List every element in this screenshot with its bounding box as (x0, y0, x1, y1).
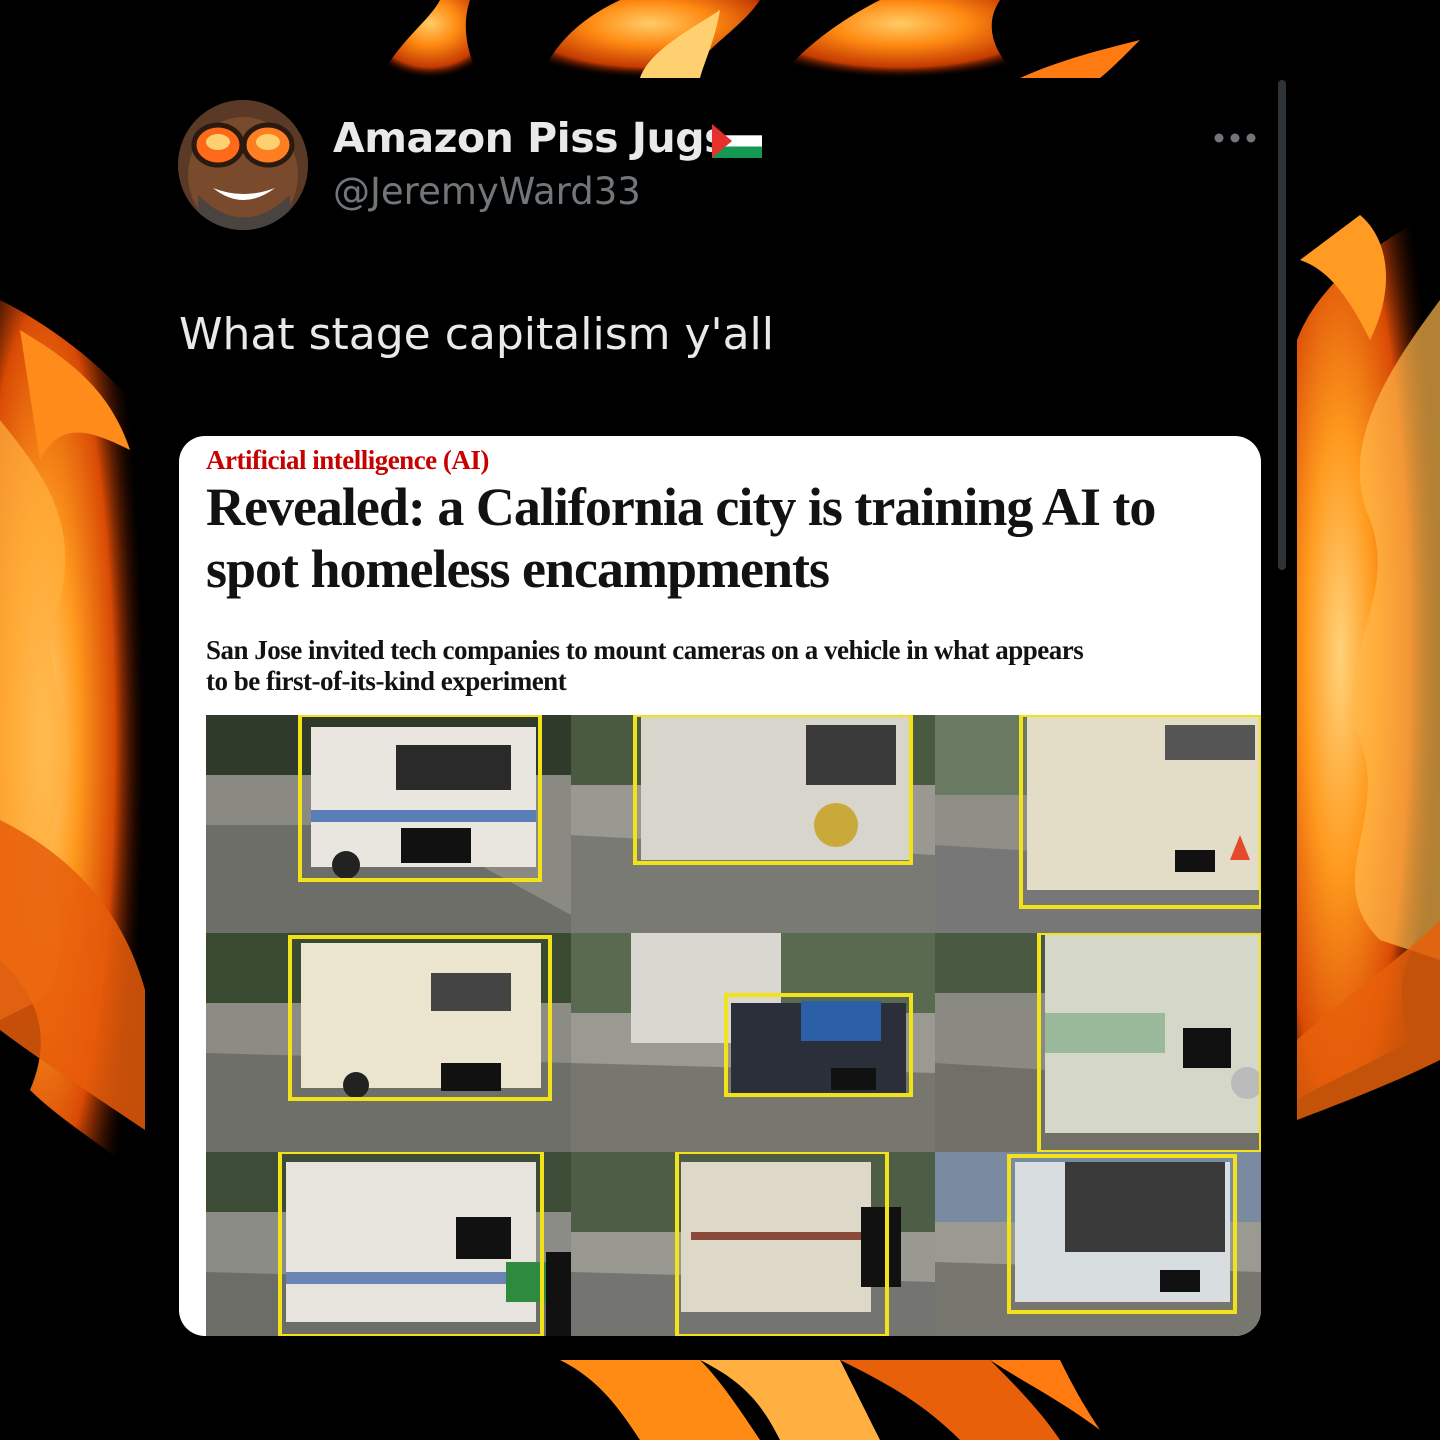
tweet-text: What stage capitalism y'all (179, 309, 775, 360)
rv-photo (571, 715, 935, 933)
palestine-flag-icon (712, 124, 762, 158)
rv-photo (935, 1152, 1261, 1336)
rv-photo (206, 715, 571, 933)
display-name[interactable]: Amazon Piss Jugs (333, 114, 729, 162)
rv-photo (206, 933, 571, 1152)
scrollbar[interactable] (1278, 80, 1286, 570)
rv-photo (571, 1152, 935, 1336)
attached-image[interactable]: Artificial intelligence (AI) Revealed: a… (179, 436, 1261, 1336)
rv-photo (935, 715, 1261, 933)
rv-photo-grid (206, 715, 1261, 1336)
user-handle[interactable]: @JeremyWard33 (333, 170, 641, 213)
rv-photo (935, 933, 1261, 1152)
rv-photo (571, 933, 935, 1152)
article-kicker: Artificial intelligence (AI) (206, 445, 489, 475)
article-headline: Revealed: a California city is training … (206, 477, 1156, 599)
rv-photo (206, 1152, 571, 1336)
avatar[interactable] (178, 100, 308, 230)
article-standfirst: San Jose invited tech companies to mount… (206, 635, 1084, 696)
avatar-photo (178, 100, 308, 230)
more-options-icon[interactable] (1213, 131, 1257, 145)
